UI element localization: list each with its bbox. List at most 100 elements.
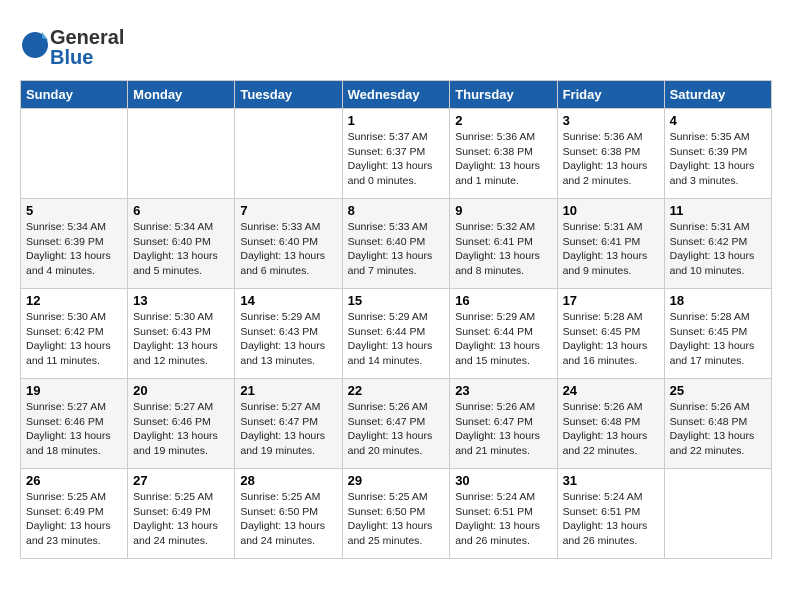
day-number: 6 — [133, 203, 229, 218]
calendar-cell: 30 Sunrise: 5:24 AM Sunset: 6:51 PM Dayli… — [450, 469, 557, 559]
calendar-cell: 24 Sunrise: 5:26 AM Sunset: 6:48 PM Dayli… — [557, 379, 664, 469]
day-info: Sunrise: 5:30 AM Sunset: 6:43 PM Dayligh… — [133, 310, 229, 369]
day-info: Sunrise: 5:25 AM Sunset: 6:49 PM Dayligh… — [26, 490, 122, 549]
calendar-cell: 21 Sunrise: 5:27 AM Sunset: 6:47 PM Dayli… — [235, 379, 342, 469]
day-info: Sunrise: 5:29 AM Sunset: 6:44 PM Dayligh… — [348, 310, 445, 369]
day-of-week-header: Thursday — [450, 81, 557, 109]
calendar-cell: 14 Sunrise: 5:29 AM Sunset: 6:43 PM Dayli… — [235, 289, 342, 379]
day-info: Sunrise: 5:26 AM Sunset: 6:47 PM Dayligh… — [348, 400, 445, 459]
day-number: 10 — [563, 203, 659, 218]
calendar-cell: 31Sunrise: 5:24 AM Sunset: 6:51 PM Dayli… — [557, 469, 664, 559]
calendar-week-row: 1 Sunrise: 5:37 AM Sunset: 6:37 PM Daylig… — [21, 109, 772, 199]
calendar-cell: 4 Sunrise: 5:35 AM Sunset: 6:39 PM Daylig… — [664, 109, 771, 199]
calendar-cell: 1 Sunrise: 5:37 AM Sunset: 6:37 PM Daylig… — [342, 109, 450, 199]
day-info: Sunrise: 5:26 AM Sunset: 6:47 PM Dayligh… — [455, 400, 551, 459]
day-info: Sunrise: 5:36 AM Sunset: 6:38 PM Dayligh… — [455, 130, 551, 189]
calendar-cell — [664, 469, 771, 559]
day-number: 30 — [455, 473, 551, 488]
day-info: Sunrise: 5:25 AM Sunset: 6:49 PM Dayligh… — [133, 490, 229, 549]
day-number: 24 — [563, 383, 659, 398]
day-info: Sunrise: 5:35 AM Sunset: 6:39 PM Dayligh… — [670, 130, 766, 189]
day-info: Sunrise: 5:27 AM Sunset: 6:46 PM Dayligh… — [133, 400, 229, 459]
day-number: 14 — [240, 293, 336, 308]
day-number: 15 — [348, 293, 445, 308]
day-of-week-header: Wednesday — [342, 81, 450, 109]
calendar-cell: 17 Sunrise: 5:28 AM Sunset: 6:45 PM Dayli… — [557, 289, 664, 379]
logo: GeneralBlue — [20, 20, 150, 70]
day-of-week-header: Monday — [128, 81, 235, 109]
day-number: 13 — [133, 293, 229, 308]
calendar-cell: 29 Sunrise: 5:25 AM Sunset: 6:50 PM Dayli… — [342, 469, 450, 559]
calendar-cell — [128, 109, 235, 199]
day-number: 5 — [26, 203, 122, 218]
day-number: 27 — [133, 473, 229, 488]
day-of-week-header: Tuesday — [235, 81, 342, 109]
day-info: Sunrise: 5:27 AM Sunset: 6:47 PM Dayligh… — [240, 400, 336, 459]
day-number: 25 — [670, 383, 766, 398]
day-info: Sunrise: 5:32 AM Sunset: 6:41 PM Dayligh… — [455, 220, 551, 279]
day-number: 4 — [670, 113, 766, 128]
calendar-week-row: 5 Sunrise: 5:34 AM Sunset: 6:39 PM Daylig… — [21, 199, 772, 289]
calendar-week-row: 19 Sunrise: 5:27 AM Sunset: 6:46 PM Dayli… — [21, 379, 772, 469]
day-number: 18 — [670, 293, 766, 308]
day-info: Sunrise: 5:37 AM Sunset: 6:37 PM Dayligh… — [348, 130, 445, 189]
calendar-cell: 26 Sunrise: 5:25 AM Sunset: 6:49 PM Dayli… — [21, 469, 128, 559]
calendar-cell: 11 Sunrise: 5:31 AM Sunset: 6:42 PM Dayli… — [664, 199, 771, 289]
day-number: 20 — [133, 383, 229, 398]
day-info: Sunrise: 5:28 AM Sunset: 6:45 PM Dayligh… — [670, 310, 766, 369]
day-number: 19 — [26, 383, 122, 398]
day-info: Sunrise: 5:34 AM Sunset: 6:39 PM Dayligh… — [26, 220, 122, 279]
calendar-cell: 5 Sunrise: 5:34 AM Sunset: 6:39 PM Daylig… — [21, 199, 128, 289]
day-info: Sunrise: 5:28 AM Sunset: 6:45 PM Dayligh… — [563, 310, 659, 369]
day-of-week-header: Sunday — [21, 81, 128, 109]
day-info: Sunrise: 5:33 AM Sunset: 6:40 PM Dayligh… — [240, 220, 336, 279]
day-number: 3 — [563, 113, 659, 128]
day-number: 9 — [455, 203, 551, 218]
day-info: Sunrise: 5:25 AM Sunset: 6:50 PM Dayligh… — [240, 490, 336, 549]
calendar-cell: 10Sunrise: 5:31 AM Sunset: 6:41 PM Dayli… — [557, 199, 664, 289]
calendar-cell: 13 Sunrise: 5:30 AM Sunset: 6:43 PM Dayli… — [128, 289, 235, 379]
day-number: 11 — [670, 203, 766, 218]
day-number: 8 — [348, 203, 445, 218]
calendar-cell: 15 Sunrise: 5:29 AM Sunset: 6:44 PM Dayli… — [342, 289, 450, 379]
day-info: Sunrise: 5:30 AM Sunset: 6:42 PM Dayligh… — [26, 310, 122, 369]
calendar-cell: 18 Sunrise: 5:28 AM Sunset: 6:45 PM Dayli… — [664, 289, 771, 379]
day-info: Sunrise: 5:26 AM Sunset: 6:48 PM Dayligh… — [563, 400, 659, 459]
day-number: 29 — [348, 473, 445, 488]
day-number: 22 — [348, 383, 445, 398]
day-number: 2 — [455, 113, 551, 128]
day-number: 21 — [240, 383, 336, 398]
day-number: 7 — [240, 203, 336, 218]
day-number: 12 — [26, 293, 122, 308]
day-number: 1 — [348, 113, 445, 128]
day-info: Sunrise: 5:34 AM Sunset: 6:40 PM Dayligh… — [133, 220, 229, 279]
day-info: Sunrise: 5:29 AM Sunset: 6:43 PM Dayligh… — [240, 310, 336, 369]
day-number: 16 — [455, 293, 551, 308]
calendar-cell: 2 Sunrise: 5:36 AM Sunset: 6:38 PM Daylig… — [450, 109, 557, 199]
calendar-cell: 3 Sunrise: 5:36 AM Sunset: 6:38 PM Daylig… — [557, 109, 664, 199]
svg-text:Blue: Blue — [50, 47, 93, 69]
day-number: 26 — [26, 473, 122, 488]
svg-text:General: General — [50, 27, 124, 49]
calendar-week-row: 12 Sunrise: 5:30 AM Sunset: 6:42 PM Dayli… — [21, 289, 772, 379]
day-info: Sunrise: 5:31 AM Sunset: 6:42 PM Dayligh… — [670, 220, 766, 279]
day-info: Sunrise: 5:25 AM Sunset: 6:50 PM Dayligh… — [348, 490, 445, 549]
calendar-cell: 6 Sunrise: 5:34 AM Sunset: 6:40 PM Daylig… — [128, 199, 235, 289]
calendar-cell: 28 Sunrise: 5:25 AM Sunset: 6:50 PM Dayli… — [235, 469, 342, 559]
day-of-week-header: Saturday — [664, 81, 771, 109]
calendar-header-row: SundayMondayTuesdayWednesdayThursdayFrid… — [21, 81, 772, 109]
day-number: 28 — [240, 473, 336, 488]
calendar-cell: 7 Sunrise: 5:33 AM Sunset: 6:40 PM Daylig… — [235, 199, 342, 289]
day-info: Sunrise: 5:26 AM Sunset: 6:48 PM Dayligh… — [670, 400, 766, 459]
calendar-cell: 22 Sunrise: 5:26 AM Sunset: 6:47 PM Dayli… — [342, 379, 450, 469]
page-header: GeneralBlue — [20, 20, 772, 70]
day-info: Sunrise: 5:24 AM Sunset: 6:51 PM Dayligh… — [455, 490, 551, 549]
day-number: 17 — [563, 293, 659, 308]
calendar-cell: 23Sunrise: 5:26 AM Sunset: 6:47 PM Dayli… — [450, 379, 557, 469]
day-info: Sunrise: 5:36 AM Sunset: 6:38 PM Dayligh… — [563, 130, 659, 189]
calendar-cell: 8Sunrise: 5:33 AM Sunset: 6:40 PM Daylig… — [342, 199, 450, 289]
calendar-cell: 12 Sunrise: 5:30 AM Sunset: 6:42 PM Dayli… — [21, 289, 128, 379]
calendar-cell — [21, 109, 128, 199]
calendar-week-row: 26 Sunrise: 5:25 AM Sunset: 6:49 PM Dayli… — [21, 469, 772, 559]
day-info: Sunrise: 5:24 AM Sunset: 6:51 PM Dayligh… — [563, 490, 659, 549]
